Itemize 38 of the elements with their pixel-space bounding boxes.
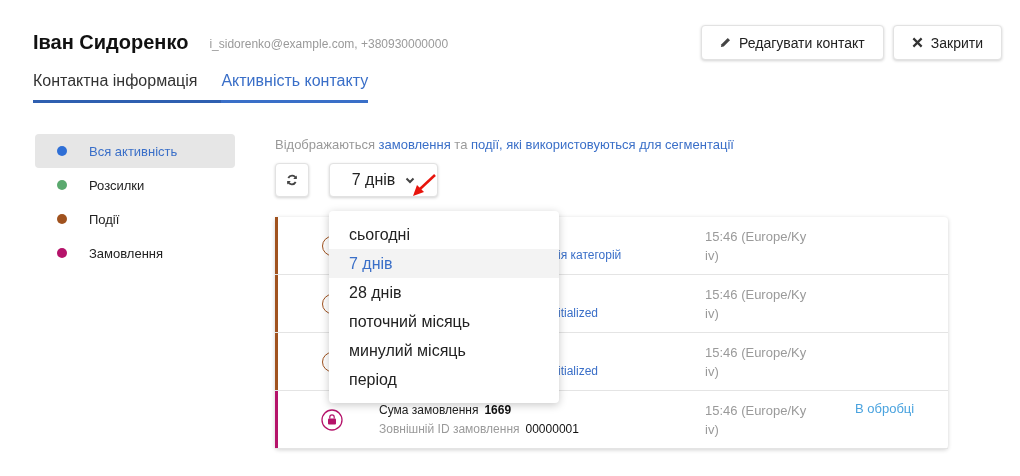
close-icon — [911, 37, 923, 48]
event-link[interactable]: itialized — [558, 305, 705, 320]
filter-item[interactable]: Події — [35, 202, 235, 236]
period-select[interactable]: 7 днів — [329, 163, 438, 197]
filter-item[interactable]: Вся активність — [35, 134, 235, 168]
info-link[interactable]: замовлення — [378, 137, 451, 152]
contact-details: i_sidorenko@example.com, +380930000000 — [209, 37, 449, 51]
period-option[interactable]: 28 днів — [329, 278, 559, 307]
edit-button[interactable]: Редагувати контакт — [701, 25, 884, 60]
period-option[interactable]: поточний місяць — [329, 307, 559, 336]
sum-label: Сума замовлення — [379, 403, 479, 417]
event-time: 15:46 (Europe/Kyiv) — [705, 285, 808, 323]
tab[interactable]: Контактна інформація — [33, 72, 222, 103]
period-option[interactable]: період — [329, 365, 559, 394]
id-value: 00000001 — [525, 422, 579, 436]
pencil-icon — [720, 37, 732, 48]
close-button[interactable]: Закрити — [892, 25, 1002, 60]
period-option[interactable]: минулий місяць — [329, 336, 559, 365]
info-link[interactable]: події, які використовуються для сегментації — [471, 137, 734, 152]
filter-item[interactable]: Замовлення — [35, 236, 235, 270]
period-option[interactable]: сьогодні — [329, 220, 559, 249]
refresh-button[interactable] — [275, 163, 309, 197]
event-link[interactable]: itialized — [558, 363, 705, 378]
chevron-down-icon — [405, 176, 416, 184]
refresh-icon — [286, 174, 298, 186]
contact-name: Іван Сидоренко — [33, 31, 189, 54]
event-link[interactable]: ія категорій — [558, 247, 705, 262]
event-time: 15:46 (Europe/Kyiv) — [705, 227, 808, 265]
id-label: Зовнішній ID замовлення — [379, 422, 520, 436]
event-time: 15:46 (Europe/Kyiv) — [705, 343, 808, 381]
event-time: 15:46 (Europe/Kyiv) — [705, 401, 808, 439]
arrow-icon — [411, 174, 437, 198]
period-option[interactable]: 7 днів — [329, 249, 559, 278]
tab[interactable]: Активність контакту — [221, 72, 369, 103]
info-text: Відображаються замовлення та події, які використовуються для сегментації — [275, 137, 735, 152]
sum-value: 1669 — [484, 403, 512, 417]
filter-item[interactable]: Розсилки — [35, 168, 235, 202]
order-status: В обробці — [855, 401, 915, 416]
